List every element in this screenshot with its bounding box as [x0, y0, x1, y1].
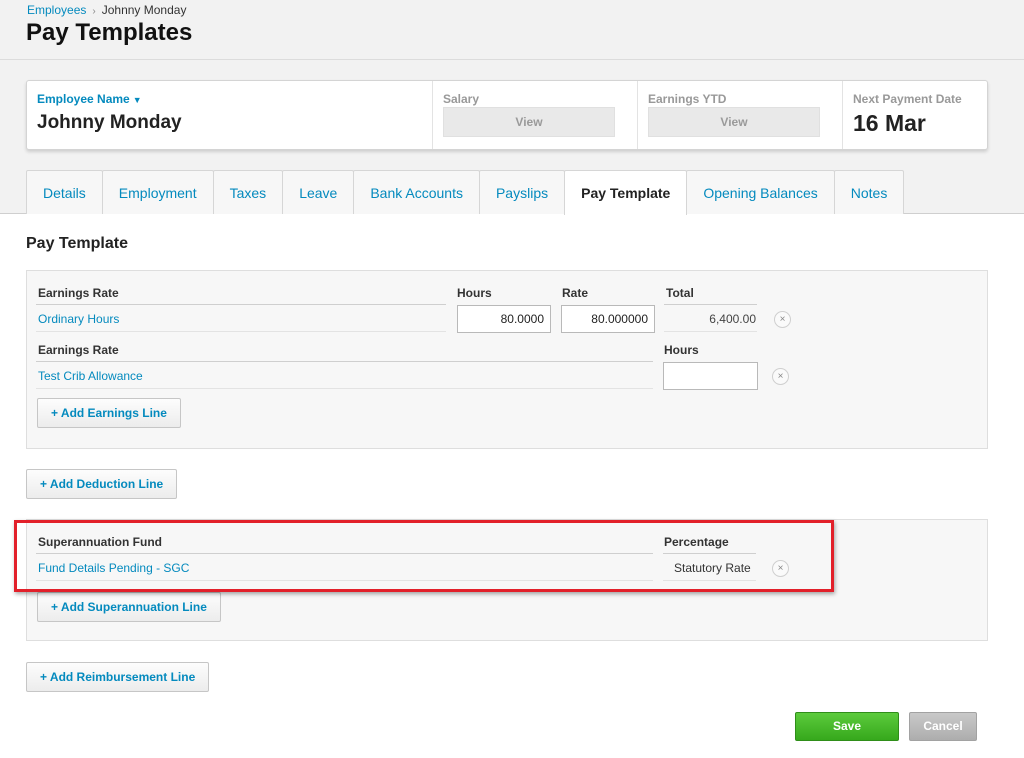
hours-input-2[interactable]	[663, 362, 758, 390]
page-title: Pay Templates	[26, 19, 193, 46]
total-row-divider	[664, 331, 757, 332]
total-value: 6,400.00	[709, 312, 756, 326]
employee-name-label: Employee Name	[37, 92, 130, 106]
caret-down-icon: ▼	[132, 95, 142, 105]
hours-header: Hours	[457, 286, 492, 300]
salary-view-button[interactable]: View	[443, 107, 615, 137]
tab-payslips[interactable]: Payslips	[478, 170, 566, 214]
earnings-ytd-view-button[interactable]: View	[648, 107, 820, 137]
tab-leave[interactable]: Leave	[282, 170, 355, 214]
add-deduction-line-button[interactable]: + Add Deduction Line	[26, 469, 178, 499]
tab-opening-balances[interactable]: Opening Balances	[686, 170, 835, 214]
earnings-panel: Earnings Rate Hours Rate Total Ordinary …	[26, 270, 988, 449]
remove-earnings-line-icon[interactable]: ×	[774, 311, 791, 328]
total-underline	[664, 304, 757, 305]
employee-name: Johnny Monday	[37, 112, 182, 133]
hours-input[interactable]: 80.0000	[457, 305, 551, 333]
tab-taxes[interactable]: Taxes	[212, 170, 284, 214]
next-payment-label: Next Payment Date	[853, 92, 962, 106]
tab-details[interactable]: Details	[26, 170, 103, 214]
page-header: Employees › Johnny Monday Pay Templates	[0, 0, 1024, 60]
breadcrumb: Employees › Johnny Monday	[27, 3, 186, 17]
tab-pay-template[interactable]: Pay Template	[564, 170, 688, 215]
add-reimbursement-line-button[interactable]: + Add Reimbursement Line	[26, 662, 210, 692]
save-button[interactable]: Save	[795, 712, 899, 741]
employee-name-cell: Employee Name ▼ Johnny Monday	[27, 81, 433, 149]
rate-header: Rate	[562, 286, 589, 300]
earnings-row-divider-2	[36, 388, 653, 389]
section-title: Pay Template	[26, 235, 128, 252]
employee-summary-card: Employee Name ▼ Johnny Monday Salary View…	[26, 80, 988, 150]
earnings-rate-header-2: Earnings Rate	[38, 343, 119, 357]
highlight-box	[14, 520, 834, 592]
earnings-rate-underline-2	[36, 361, 653, 362]
cancel-button[interactable]: Cancel	[909, 712, 977, 741]
next-payment-cell: Next Payment Date 16 Mar	[843, 81, 987, 149]
next-payment-date: 16 Mar	[853, 110, 926, 136]
add-superannuation-line-button[interactable]: + Add Superannuation Line	[37, 592, 221, 622]
earnings-rate-header: Earnings Rate	[38, 286, 119, 300]
salary-label: Salary	[443, 92, 480, 106]
breadcrumb-separator: ›	[92, 6, 96, 17]
hours-header-2: Hours	[664, 343, 699, 357]
tab-employment[interactable]: Employment	[101, 170, 214, 214]
earnings-row-divider	[36, 331, 446, 332]
rate-input[interactable]: 80.000000	[561, 305, 655, 333]
employee-name-dropdown[interactable]: Employee Name ▼	[37, 92, 142, 106]
add-earnings-line-button[interactable]: + Add Earnings Line	[37, 398, 181, 428]
earnings-ytd-cell: Earnings YTD View	[638, 81, 843, 149]
total-header: Total	[666, 286, 694, 300]
salary-cell: Salary View	[433, 81, 638, 149]
earnings-rate-test-crib-allowance[interactable]: Test Crib Allowance	[38, 369, 143, 383]
tab-notes[interactable]: Notes	[833, 170, 905, 214]
employee-tabs: Details Employment Taxes Leave Bank Acco…	[26, 170, 905, 215]
breadcrumb-current: Johnny Monday	[101, 3, 187, 17]
earnings-ytd-label: Earnings YTD	[648, 92, 727, 106]
tab-bank-accounts[interactable]: Bank Accounts	[353, 170, 480, 214]
breadcrumb-employees-link[interactable]: Employees	[27, 3, 86, 17]
earnings-rate-ordinary-hours[interactable]: Ordinary Hours	[38, 312, 119, 326]
remove-earnings-line-2-icon[interactable]: ×	[772, 368, 789, 385]
earnings-rate-underline	[36, 304, 446, 305]
